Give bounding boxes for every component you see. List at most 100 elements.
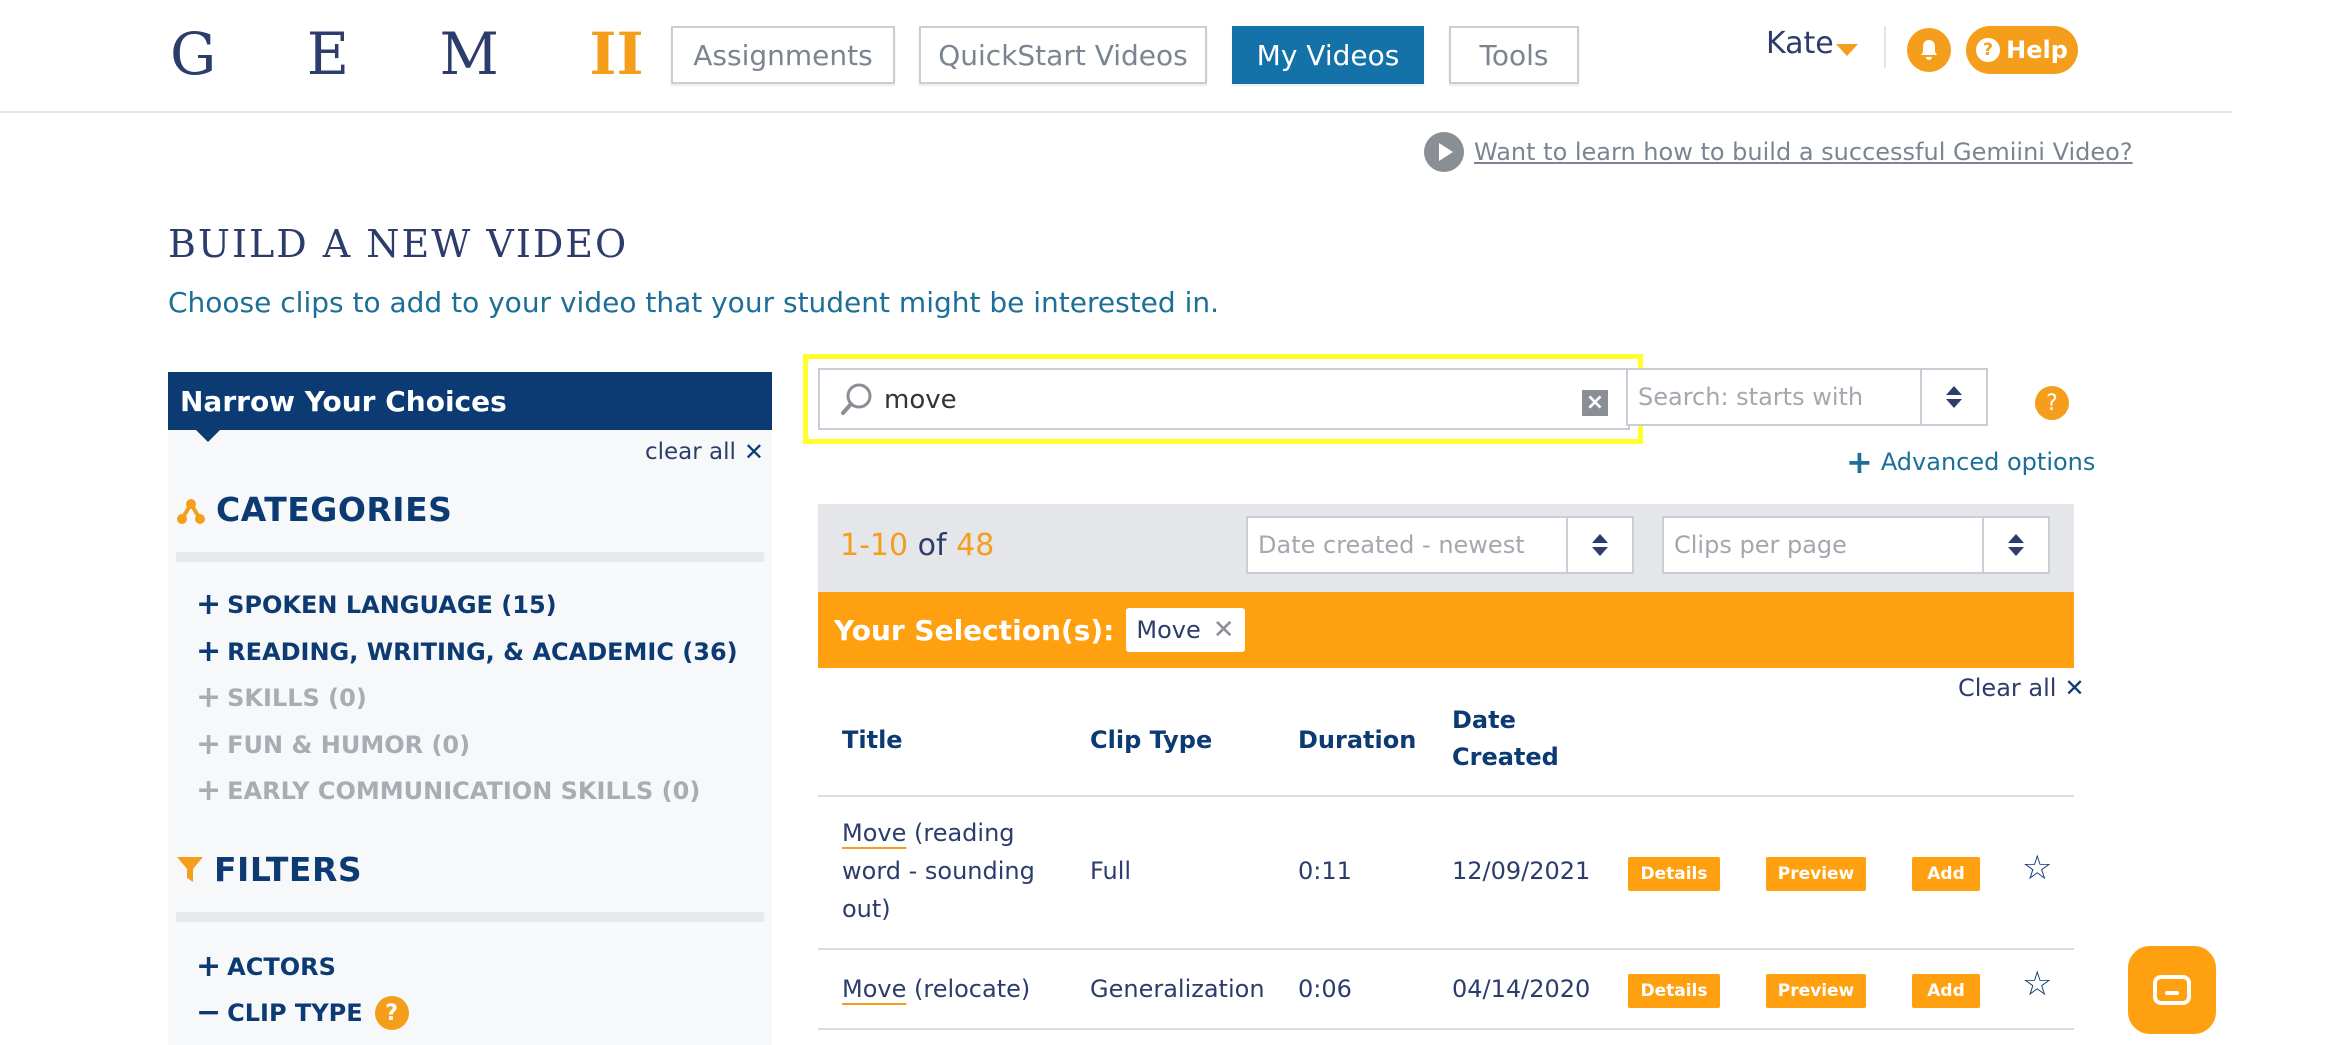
details-button[interactable]: Details — [1628, 857, 1720, 891]
clear-search-icon[interactable]: × — [1582, 390, 1608, 416]
nav-my-videos[interactable]: My Videos — [1232, 26, 1424, 84]
search-icon — [841, 383, 872, 415]
sort-select[interactable]: Date created - newest — [1246, 516, 1634, 574]
date-cell: 04/14/2020 — [1452, 975, 1591, 1003]
bell-glyph — [1921, 40, 1937, 60]
plus-icon: + — [196, 634, 222, 669]
categories-icon — [177, 498, 205, 524]
date-cell: 12/09/2021 — [1452, 857, 1591, 885]
category-fun-humor: + FUN & HUMOR (0) — [196, 730, 470, 760]
minus-icon: − — [196, 995, 222, 1030]
category-reading-writing-academic[interactable]: + READING, WRITING, & ACADEMIC (36) — [196, 637, 738, 667]
table-row-title: Move (relocate) — [842, 975, 1031, 1003]
sort-value: Date created - newest — [1258, 531, 1525, 559]
search-box[interactable]: × — [818, 368, 1630, 430]
bell-icon[interactable] — [1907, 28, 1951, 72]
filters-divider — [176, 912, 764, 922]
select-arrows-icon — [1982, 518, 2048, 572]
clip-type-cell: Full — [1090, 857, 1132, 885]
category-early-communication: + EARLY COMMUNICATION SKILLS (0) — [196, 776, 700, 806]
preview-button[interactable]: Preview — [1766, 974, 1866, 1008]
add-button[interactable]: Add — [1912, 974, 1980, 1008]
preview-button[interactable]: Preview — [1766, 857, 1866, 891]
table-row-title: Move (reading word - sounding out) — [842, 819, 1035, 923]
question-icon[interactable]: ? — [2035, 386, 2069, 420]
search-input[interactable] — [884, 380, 1524, 420]
play-icon[interactable] — [1424, 132, 1464, 172]
categories-title: CATEGORIES — [216, 490, 453, 529]
selection-chip-label: Move — [1136, 616, 1201, 644]
column-header-title[interactable]: Title — [842, 722, 903, 759]
filter-actors[interactable]: + ACTORS — [196, 952, 336, 982]
nav-assignments[interactable]: Assignments — [671, 26, 895, 84]
plus-icon: + — [196, 949, 222, 984]
search-mode-value: Search: starts with — [1638, 383, 1864, 411]
clear-all-filters-button[interactable]: clear all ✕ — [645, 438, 764, 466]
plus-icon: + — [196, 773, 222, 808]
clear-all-label: clear all — [644, 439, 736, 465]
plus-icon: + — [196, 587, 222, 622]
page-title: BUILD A NEW VIDEO — [168, 222, 629, 266]
chat-icon — [2153, 975, 2191, 1005]
close-icon: ✕ — [743, 438, 764, 466]
result-count: 1-10 of 48 — [840, 528, 995, 563]
clip-title-link[interactable]: Move — [842, 819, 906, 847]
category-label: SPOKEN LANGUAGE (15) — [227, 591, 557, 619]
filters-heading: FILTERS — [176, 850, 362, 889]
results-toolbar: 1-10 of 48 Date created - newest Clips p… — [818, 504, 2074, 592]
funnel-icon — [177, 856, 203, 882]
user-menu[interactable]: Kate — [1766, 26, 1834, 61]
table-divider — [818, 948, 2074, 950]
filter-clip-type[interactable]: − CLIP TYPE? — [196, 996, 409, 1030]
learn-link-text[interactable]: Want to learn how to build a successful … — [1474, 138, 2133, 166]
close-icon: ✕ — [2064, 674, 2085, 702]
clip-title-link[interactable]: Move — [842, 975, 906, 1003]
table-divider — [818, 1028, 2074, 1030]
star-icon[interactable]: ☆ — [2022, 848, 2052, 888]
selection-chip[interactable]: Move ✕ — [1126, 608, 1245, 652]
plus-icon: + — [1846, 443, 1873, 481]
advanced-options-label: Advanced options — [1880, 448, 2096, 476]
close-icon[interactable]: ✕ — [1213, 615, 1235, 645]
search-mode-select[interactable]: Search: starts with — [1626, 368, 1988, 426]
clip-type-cell: Generalization — [1090, 975, 1265, 1003]
star-icon[interactable]: ☆ — [2022, 964, 2052, 1004]
category-skills: + SKILLS (0) — [196, 683, 367, 713]
clear-all-selections-button[interactable]: Clear all ✕ — [1958, 674, 2085, 702]
learn-video-link[interactable]: Want to learn how to build a successful … — [1424, 132, 2133, 172]
nav-quickstart-videos[interactable]: QuickStart Videos — [919, 26, 1207, 84]
duration-cell: 0:06 — [1298, 975, 1352, 1003]
chat-widget-button[interactable] — [2128, 946, 2216, 1034]
narrow-choices-heading: Narrow Your Choices — [168, 372, 772, 442]
add-button[interactable]: Add — [1912, 857, 1980, 891]
advanced-options-link[interactable]: + Advanced options — [1846, 446, 2095, 478]
nav-tools[interactable]: Tools — [1449, 26, 1579, 84]
top-header: G E M IIN I Assignments QuickStart Video… — [0, 0, 2232, 113]
question-icon: ? — [1976, 38, 2001, 62]
duration-cell: 0:11 — [1298, 857, 1352, 885]
help-label: Help — [2006, 36, 2068, 64]
categories-heading: CATEGORIES — [176, 490, 452, 529]
table-divider — [818, 795, 2074, 797]
details-button[interactable]: Details — [1628, 974, 1720, 1008]
category-label: EARLY COMMUNICATION SKILLS (0) — [227, 777, 701, 805]
narrow-choices-panel: Narrow Your Choices clear all ✕ CATEGORI… — [168, 372, 772, 1045]
filter-label: ACTORS — [227, 953, 336, 981]
category-label: FUN & HUMOR (0) — [227, 731, 471, 759]
chevron-down-icon[interactable] — [1836, 44, 1858, 56]
selection-label: Your Selection(s): — [834, 613, 1115, 647]
header-divider — [1884, 26, 1886, 68]
column-header-duration[interactable]: Duration — [1298, 722, 1416, 759]
column-header-clip-type[interactable]: Clip Type — [1090, 722, 1212, 759]
help-button[interactable]: ? Help — [1966, 26, 2078, 74]
question-icon[interactable]: ? — [374, 996, 409, 1030]
category-spoken-language[interactable]: + SPOKEN LANGUAGE (15) — [196, 590, 557, 620]
selection-bar: Your Selection(s): Move ✕ — [818, 592, 2074, 668]
column-header-date-created[interactable]: Date Created — [1452, 702, 1559, 776]
clear-all-label: Clear all — [1958, 674, 2057, 702]
clips-per-page-value: Clips per page — [1674, 531, 1847, 559]
plus-icon: + — [196, 680, 222, 715]
clips-per-page-select[interactable]: Clips per page — [1662, 516, 2050, 574]
category-label: READING, WRITING, & ACADEMIC (36) — [227, 638, 738, 666]
filters-title: FILTERS — [214, 850, 363, 889]
